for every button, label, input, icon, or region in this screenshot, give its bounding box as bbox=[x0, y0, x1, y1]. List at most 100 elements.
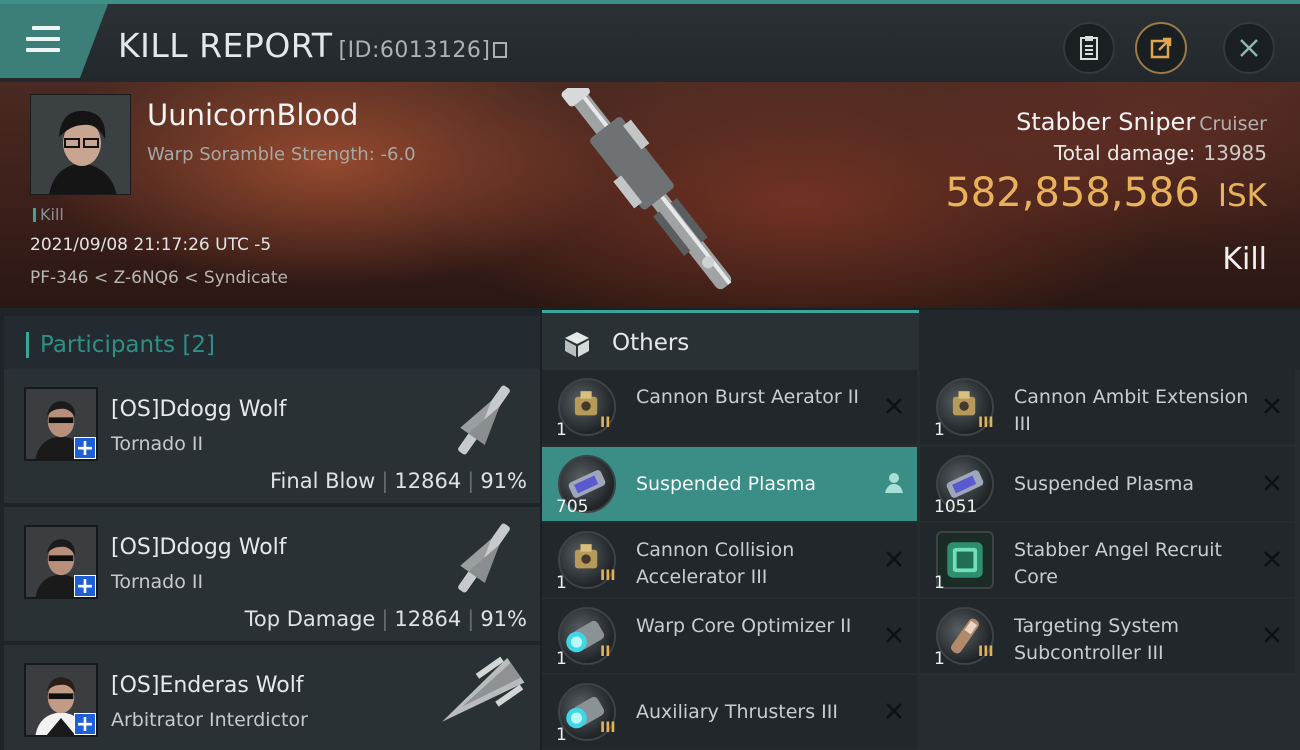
participant-row[interactable]: + [OS]Ddogg Wolf Tornado II Final Blow | 1… bbox=[4, 369, 540, 503]
item-warp-core-optimizer[interactable]: 1 II Warp Core Optimizer II bbox=[542, 599, 917, 673]
share-button[interactable] bbox=[1135, 22, 1187, 74]
close-button[interactable] bbox=[1223, 22, 1275, 74]
ship-icon bbox=[458, 523, 510, 593]
participant-ship: Arbitrator Interdictor bbox=[111, 709, 308, 731]
ship-name: Stabber Sniper bbox=[1016, 108, 1196, 136]
item-suspended-plasma[interactable]: 1051 Suspended Plasma bbox=[920, 447, 1295, 521]
item-name: Cannon Collision Accelerator III bbox=[636, 539, 795, 588]
participants-header[interactable]: Participants [2] bbox=[4, 316, 540, 374]
item-name: Cannon Burst Aerator II bbox=[636, 386, 859, 408]
item-meta-level: II bbox=[600, 644, 611, 660]
item-quantity: 1 bbox=[934, 649, 945, 669]
kill-banner: UunicornBlood Warp Soramble Strength: -6… bbox=[0, 82, 1300, 308]
destroyed-icon bbox=[1264, 551, 1280, 567]
stat-damage: 12864 bbox=[394, 469, 462, 493]
destroyed-icon bbox=[1264, 398, 1280, 414]
ship-icon bbox=[458, 385, 510, 455]
victim-ship: Stabber Sniper Cruiser bbox=[1016, 108, 1267, 136]
destroyed-icon bbox=[886, 703, 902, 719]
item-quantity: 1 bbox=[934, 420, 945, 440]
destroyed-icon bbox=[886, 551, 902, 567]
warp-scramble-strength: Warp Soramble Strength: -6.0 bbox=[147, 144, 416, 165]
participant-stats: Top Damage | 12864 | 91% bbox=[244, 607, 527, 631]
participant-avatar[interactable]: + bbox=[24, 387, 98, 461]
item-suspended-plasma-dropped[interactable]: 705 Suspended Plasma bbox=[542, 447, 917, 521]
victim-ship-render bbox=[561, 88, 732, 290]
victim-avatar[interactable] bbox=[30, 94, 131, 195]
close-icon bbox=[1240, 39, 1258, 57]
kill-tag: Kill bbox=[33, 205, 64, 224]
participant-avatar[interactable]: + bbox=[24, 525, 98, 599]
destroyed-icon bbox=[886, 398, 902, 414]
item-cannon-collision-accelerator[interactable]: 1 III Cannon Collision Accelerator III bbox=[542, 523, 917, 597]
participant-name[interactable]: [OS]Ddogg Wolf bbox=[111, 535, 287, 560]
participants-title: Participants [2] bbox=[40, 332, 215, 358]
item-quantity: 1 bbox=[556, 420, 567, 440]
isk-value: 582,858,586 ISK bbox=[945, 170, 1267, 216]
title-text: KILL REPORT bbox=[118, 26, 333, 65]
item-quantity: 1051 bbox=[934, 497, 978, 517]
copy-icon[interactable] bbox=[493, 42, 508, 58]
item-name: Suspended Plasma bbox=[636, 473, 817, 495]
total-damage: Total damage: 13985 bbox=[1054, 141, 1267, 165]
item-meta-level: III bbox=[600, 720, 616, 736]
item-cannon-burst-aerator[interactable]: 1 II Cannon Burst Aerator II bbox=[542, 370, 917, 444]
item-name: Auxiliary Thrusters III bbox=[636, 701, 838, 723]
participant-name[interactable]: [OS]Ddogg Wolf bbox=[111, 397, 287, 422]
clipboard-icon bbox=[1080, 36, 1098, 60]
kill-location: PF-346 < Z-6NQ6 < Syndicate bbox=[30, 268, 288, 288]
item-name: Cannon Ambit Extension III bbox=[1014, 386, 1249, 435]
participants-panel: Participants [2] + [OS]Ddogg Wolf Tornad… bbox=[0, 308, 540, 750]
item-name: Suspended Plasma bbox=[1014, 473, 1195, 495]
participant-ship: Tornado II bbox=[111, 571, 204, 593]
destroyed-icon bbox=[886, 627, 902, 643]
participant-avatar[interactable]: + bbox=[24, 663, 98, 737]
item-name: Stabber Angel Recruit Core bbox=[1014, 539, 1222, 588]
participant-stats: Final Blow | 12864 | 91% bbox=[270, 469, 527, 493]
item-quantity: 1 bbox=[556, 649, 567, 669]
item-quantity: 1 bbox=[556, 573, 567, 593]
cube-icon bbox=[565, 332, 589, 357]
item-meta-level: III bbox=[978, 644, 994, 660]
participant-ship: Tornado II bbox=[111, 433, 204, 455]
add-contact-icon[interactable]: + bbox=[74, 713, 96, 735]
clipboard-button[interactable] bbox=[1063, 22, 1115, 74]
item-name: Warp Core Optimizer II bbox=[636, 615, 852, 637]
participant-row[interactable]: + [OS]Ddogg Wolf Tornado II Top Damage | 1… bbox=[4, 507, 540, 641]
isk-unit: ISK bbox=[1217, 178, 1267, 214]
item-quantity: 705 bbox=[556, 497, 589, 517]
add-contact-icon[interactable]: + bbox=[74, 437, 96, 459]
kill-datetime: 2021/09/08 21:17:26 UTC -5 bbox=[30, 235, 272, 255]
isk-amount: 582,858,586 bbox=[945, 170, 1200, 216]
item-meta-level: III bbox=[978, 415, 994, 431]
stat-damage: 12864 bbox=[394, 607, 462, 631]
stat-label: Top Damage bbox=[244, 607, 376, 631]
participant-row[interactable]: + [OS]Enderas Wolf Arbitrator Interdicto… bbox=[4, 645, 540, 750]
victim-name: UunicornBlood bbox=[147, 98, 359, 132]
damage-value: 13985 bbox=[1203, 141, 1267, 165]
damage-label: Total damage: bbox=[1053, 141, 1196, 165]
tab-others[interactable]: Others bbox=[542, 310, 919, 370]
item-auxiliary-thrusters[interactable]: 1 III Auxiliary Thrusters III bbox=[542, 675, 917, 749]
participant-name[interactable]: [OS]Enderas Wolf bbox=[111, 673, 304, 698]
destroyed-icon bbox=[1264, 627, 1280, 643]
item-quantity: 1 bbox=[556, 725, 567, 745]
item-meta-level: II bbox=[600, 415, 611, 431]
menu-icon bbox=[26, 26, 60, 56]
stat-percent: 91% bbox=[480, 607, 527, 631]
item-targeting-system-subcontroller[interactable]: 1 III Targeting System Subcontroller III bbox=[920, 599, 1295, 673]
page-title: KILL REPORT [ID:6013126] bbox=[118, 26, 508, 65]
item-cannon-ambit-extension[interactable]: 1 III Cannon Ambit Extension III bbox=[920, 370, 1295, 444]
others-header-fill bbox=[919, 310, 1300, 370]
kill-result: Kill bbox=[1222, 242, 1267, 277]
ship-class: Cruiser bbox=[1199, 113, 1267, 135]
item-meta-level: III bbox=[600, 568, 616, 584]
others-title: Others bbox=[612, 330, 690, 356]
stat-label: Final Blow bbox=[270, 469, 376, 493]
item-quantity: 1 bbox=[934, 573, 945, 593]
item-stabber-angel-recruit-core[interactable]: 1 Stabber Angel Recruit Core bbox=[920, 523, 1295, 597]
ship-icon bbox=[442, 656, 525, 722]
add-contact-icon[interactable]: + bbox=[74, 575, 96, 597]
menu-button[interactable] bbox=[0, 4, 108, 78]
others-panel: Others 1 II Cannon Burst Aerator II 1 II… bbox=[542, 310, 1300, 750]
